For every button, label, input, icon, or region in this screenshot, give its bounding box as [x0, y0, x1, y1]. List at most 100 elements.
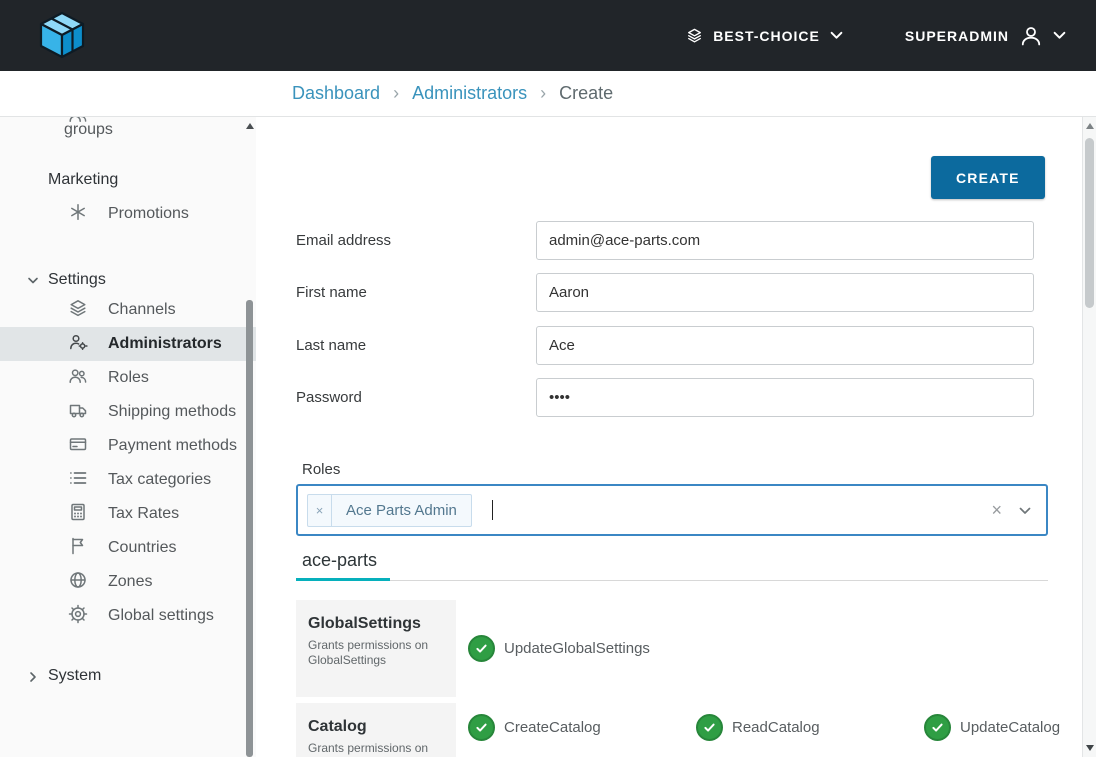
main-content: CREATE Email address First name Last nam…	[256, 117, 1082, 757]
password-input[interactable]	[536, 378, 1034, 417]
breadcrumb: Dashboard › Administrators › Create	[0, 71, 1096, 117]
first-name-input[interactable]	[536, 273, 1034, 312]
sidebar-item-zones[interactable]: Zones	[0, 565, 256, 599]
sidebar-section-label: Settings	[48, 271, 106, 288]
truck-icon	[68, 400, 88, 420]
permission-items: UpdateGlobalSettings	[468, 600, 1048, 697]
sidebar-scrollbar[interactable]	[246, 117, 253, 757]
credit-card-icon	[68, 434, 88, 454]
sidebar-item-countries[interactable]: Countries	[0, 531, 256, 565]
form-row-first-name: First name	[296, 273, 1034, 312]
sidebar: groups Marketing Promotions Settings Cha…	[0, 117, 256, 757]
users-icon	[68, 117, 88, 125]
permission-group-name: Catalog	[308, 718, 444, 736]
permission-toggle[interactable]: UpdateCatalog	[924, 710, 1082, 744]
permission-toggle[interactable]: ReadCatalog	[696, 710, 924, 744]
sidebar-item-roles[interactable]: Roles	[0, 361, 256, 395]
check-circle-icon	[924, 714, 951, 741]
sidebar-item-promotions[interactable]: Promotions	[0, 197, 256, 231]
last-name-input[interactable]	[536, 326, 1034, 365]
form-row-email: Email address	[296, 221, 1034, 260]
breadcrumb-administrators[interactable]: Administrators	[412, 83, 527, 104]
main-scrollbar[interactable]	[1082, 117, 1096, 757]
sidebar-section-settings[interactable]: Settings	[0, 267, 256, 293]
sidebar-item-label: Payment methods	[108, 437, 237, 454]
password-label: Password	[296, 378, 362, 417]
clear-icon[interactable]: ×	[991, 501, 1002, 519]
chip-remove-icon[interactable]: ×	[308, 495, 332, 526]
sidebar-section-marketing: Marketing	[0, 169, 256, 191]
roles-label: Roles	[302, 461, 340, 478]
sidebar-item-tax-rates[interactable]: Tax Rates	[0, 497, 256, 531]
text-cursor	[492, 500, 494, 520]
sidebar-item-payment-methods[interactable]: Payment methods	[0, 429, 256, 463]
chevron-down-icon[interactable]	[1019, 507, 1031, 515]
sidebar-item-label: Administrators	[108, 335, 222, 352]
breadcrumb-separator: ›	[540, 83, 546, 104]
chip-label: Ace Parts Admin	[332, 502, 471, 519]
check-circle-icon	[468, 714, 495, 741]
check-circle-icon	[696, 714, 723, 741]
breadcrumb-separator: ›	[393, 83, 399, 104]
scroll-up-arrow-icon[interactable]	[1086, 123, 1094, 129]
sidebar-item-label: Countries	[108, 539, 176, 556]
topbar-right: BEST-CHOICE SUPERADMIN	[686, 23, 1066, 49]
form-row-password: Password	[296, 378, 1034, 417]
sidebar-item-label: Shipping methods	[108, 403, 236, 420]
channel-label: BEST-CHOICE	[713, 28, 820, 44]
sidebar-item-label: Zones	[108, 573, 152, 590]
tab-active-underline	[296, 578, 390, 581]
scroll-up-arrow-icon[interactable]	[246, 123, 254, 129]
permission-row-globalsettings: GlobalSettings Grants permissions on Glo…	[296, 600, 1048, 697]
layers-icon	[68, 298, 88, 318]
breadcrumb-dashboard[interactable]: Dashboard	[292, 83, 380, 104]
sidebar-section-system[interactable]: System	[0, 663, 256, 689]
globe-icon	[68, 570, 88, 590]
sidebar-item-customer-groups[interactable]: groups	[0, 117, 256, 143]
permission-label: UpdateCatalog	[960, 719, 1060, 736]
cube-logo-icon	[34, 8, 90, 64]
permission-label: UpdateGlobalSettings	[504, 640, 650, 657]
roles-select[interactable]: × Ace Parts Admin ×	[296, 484, 1048, 536]
sidebar-item-administrators[interactable]: Administrators	[0, 327, 256, 361]
first-name-label: First name	[296, 273, 367, 312]
tab-ace-parts[interactable]: ace-parts	[302, 550, 377, 571]
chevron-down-icon	[830, 31, 843, 40]
sidebar-item-label: Channels	[108, 301, 176, 318]
sidebar-item-label: Promotions	[108, 205, 189, 222]
create-button[interactable]: CREATE	[931, 156, 1045, 199]
flag-icon	[68, 536, 88, 556]
breadcrumb-current: Create	[559, 83, 613, 104]
permission-toggle[interactable]: CreateCatalog	[468, 710, 696, 744]
permission-group-cell: GlobalSettings Grants permissions on Glo…	[296, 600, 456, 697]
permission-group-cell: Catalog Grants permissions on Products, …	[296, 703, 456, 757]
permission-label: ReadCatalog	[732, 719, 820, 736]
last-name-label: Last name	[296, 326, 366, 365]
permission-group-description: Grants permissions on GlobalSettings	[308, 638, 444, 667]
user-menu[interactable]: SUPERADMIN	[905, 23, 1066, 49]
sidebar-section-label: System	[48, 667, 101, 684]
sidebar-item-global-settings[interactable]: Global settings	[0, 599, 256, 633]
gear-icon	[68, 604, 88, 624]
sidebar-item-shipping-methods[interactable]: Shipping methods	[0, 395, 256, 429]
sidebar-item-channels[interactable]: Channels	[0, 293, 256, 327]
check-circle-icon	[468, 635, 495, 662]
chevron-down-icon	[1053, 31, 1066, 40]
sidebar-item-tax-categories[interactable]: Tax categories	[0, 463, 256, 497]
layers-icon	[686, 27, 703, 44]
channel-switcher[interactable]: BEST-CHOICE	[686, 27, 843, 44]
calculator-icon	[68, 502, 88, 522]
main-scrollbar-thumb[interactable]	[1085, 138, 1094, 308]
email-input[interactable]	[536, 221, 1034, 260]
email-label: Email address	[296, 221, 391, 260]
form-row-last-name: Last name	[296, 326, 1034, 365]
sidebar-item-label: Roles	[108, 369, 149, 386]
scroll-down-arrow-icon[interactable]	[1086, 745, 1094, 751]
permission-toggle[interactable]: UpdateGlobalSettings	[468, 632, 696, 666]
users-icon	[68, 366, 88, 386]
sidebar-item-label: Global settings	[108, 607, 214, 624]
app-logo[interactable]	[34, 8, 90, 64]
topbar: BEST-CHOICE SUPERADMIN	[0, 0, 1096, 71]
permission-row-catalog: Catalog Grants permissions on Products, …	[296, 703, 1048, 757]
sidebar-scrollbar-thumb[interactable]	[246, 300, 253, 757]
